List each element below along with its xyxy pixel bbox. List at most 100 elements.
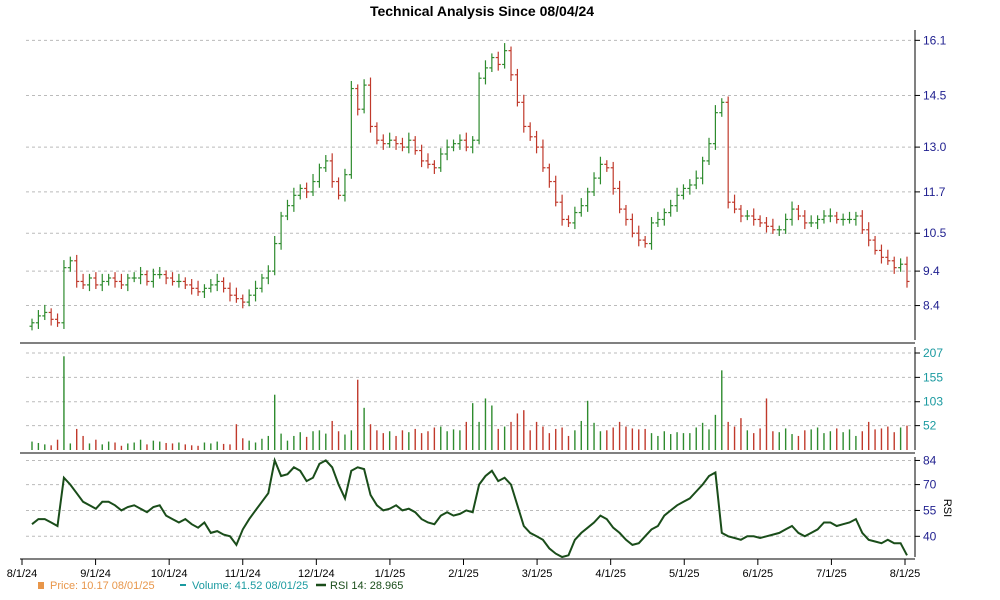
rsi-axis-ticks: 84 70 55 40	[915, 453, 937, 543]
price-tick-label: 13.0	[923, 140, 947, 154]
price-bar	[853, 211, 859, 226]
price-bar	[572, 206, 578, 230]
price-bar	[706, 137, 712, 166]
volume-axis-ticks: 207 155 103 52	[915, 346, 943, 433]
price-bar	[872, 235, 878, 255]
price-bar	[693, 170, 699, 190]
price-bar	[463, 132, 469, 152]
x-tick-label: 8/1/25	[890, 568, 921, 580]
price-bar	[521, 94, 527, 133]
price-bar	[565, 215, 571, 228]
legend-label: RSI 14: 28.965	[330, 580, 403, 592]
price-bar	[661, 208, 667, 226]
price-bar	[508, 46, 514, 81]
x-tick-label: 8/1/24	[7, 568, 38, 580]
price-bar	[86, 273, 92, 292]
price-bar	[272, 235, 278, 276]
x-tick-label: 7/1/25	[816, 568, 847, 580]
price-bar	[821, 210, 827, 224]
rsi-tick-label: 70	[923, 478, 937, 492]
x-tick-label: 3/1/25	[522, 568, 553, 580]
price-bar	[751, 208, 757, 226]
price-bars	[29, 43, 910, 331]
price-bar	[482, 60, 488, 85]
price-bar	[208, 279, 214, 293]
x-tick-label: 2/1/25	[448, 568, 479, 580]
price-bar	[700, 156, 706, 185]
price-bar	[495, 51, 501, 71]
x-tick-label: 6/1/25	[743, 568, 774, 580]
price-bar	[744, 210, 750, 221]
price-bar	[29, 318, 35, 331]
price-bar	[118, 273, 124, 290]
price-bar	[834, 211, 840, 224]
price-bar	[847, 211, 853, 224]
price-bar	[642, 235, 648, 248]
price-bar	[604, 160, 610, 172]
x-tick-label: 5/1/25	[669, 568, 700, 580]
price-bar	[444, 139, 450, 161]
price-bar	[131, 272, 137, 283]
price-bar	[170, 272, 176, 286]
price-bar	[649, 217, 655, 250]
price-bar	[144, 270, 150, 286]
price-bar	[361, 79, 367, 114]
price-bar	[738, 204, 744, 223]
rsi-line	[31, 456, 908, 559]
price-bar	[585, 187, 591, 212]
rsi-gridlines	[26, 459, 915, 537]
price-bar	[470, 136, 476, 154]
price-bar	[795, 204, 801, 221]
technical-analysis-chart: Technical Analysis Since 08/04/24 16.1 14…	[7, 3, 953, 592]
price-bar	[578, 198, 584, 217]
price-bar	[125, 273, 131, 292]
price-bar	[138, 266, 144, 285]
price-bar	[904, 256, 910, 288]
price-bar	[527, 122, 533, 141]
price-bar	[827, 208, 833, 223]
price-bar	[898, 258, 904, 272]
price-bar	[514, 68, 520, 107]
price-bar	[227, 282, 233, 302]
price-bar	[770, 218, 776, 234]
price-bar	[316, 163, 322, 188]
price-bar	[534, 130, 540, 154]
price-bar	[451, 139, 457, 152]
chart-legend: Price: 10.17 08/01/25 Volume: 41.52 08/01…	[38, 580, 403, 592]
price-bar	[399, 137, 405, 152]
price-bar	[195, 280, 201, 296]
legend-label: Price: 10.17 08/01/25	[50, 580, 155, 592]
price-bar	[368, 77, 374, 133]
rsi-panel: 84 70 55 40 RSI	[26, 453, 953, 559]
price-bar	[776, 225, 782, 236]
volume-tick-label: 207	[923, 346, 943, 360]
price-bar	[163, 270, 169, 285]
x-axis-ticks: 8/1/24 9/1/24 10/1/24 11/1/24 12/1/24 1/1/25 2…	[7, 559, 921, 580]
price-bar	[591, 172, 597, 197]
volume-bars	[31, 356, 908, 450]
price-bar	[323, 155, 329, 172]
price-bar	[67, 256, 73, 272]
price-bar	[355, 84, 361, 116]
price-bar	[93, 272, 99, 290]
price-bar	[387, 132, 393, 148]
price-tick-label: 11.7	[923, 185, 946, 199]
price-bar	[35, 310, 41, 329]
legend-label: Volume: 41.52 08/01/25	[192, 580, 308, 592]
price-bar	[304, 182, 310, 199]
volume-tick-label: 52	[923, 419, 937, 433]
price-tick-label: 14.5	[923, 88, 947, 102]
x-tick-label: 10/1/24	[151, 568, 188, 580]
price-bar	[476, 72, 482, 145]
x-tick-label: 9/1/24	[80, 568, 111, 580]
price-bar	[789, 201, 795, 226]
price-bar	[374, 122, 380, 145]
price-bar	[48, 308, 54, 326]
price-bar	[655, 211, 661, 228]
price-bar	[489, 53, 495, 73]
rsi-tick-label: 84	[923, 453, 937, 467]
price-bar	[553, 175, 559, 207]
price-axis-ticks: 16.1 14.5 13.0 11.7 10.5 9.4 8.4	[915, 33, 947, 313]
price-gridlines	[26, 39, 915, 307]
price-bar	[559, 194, 565, 226]
